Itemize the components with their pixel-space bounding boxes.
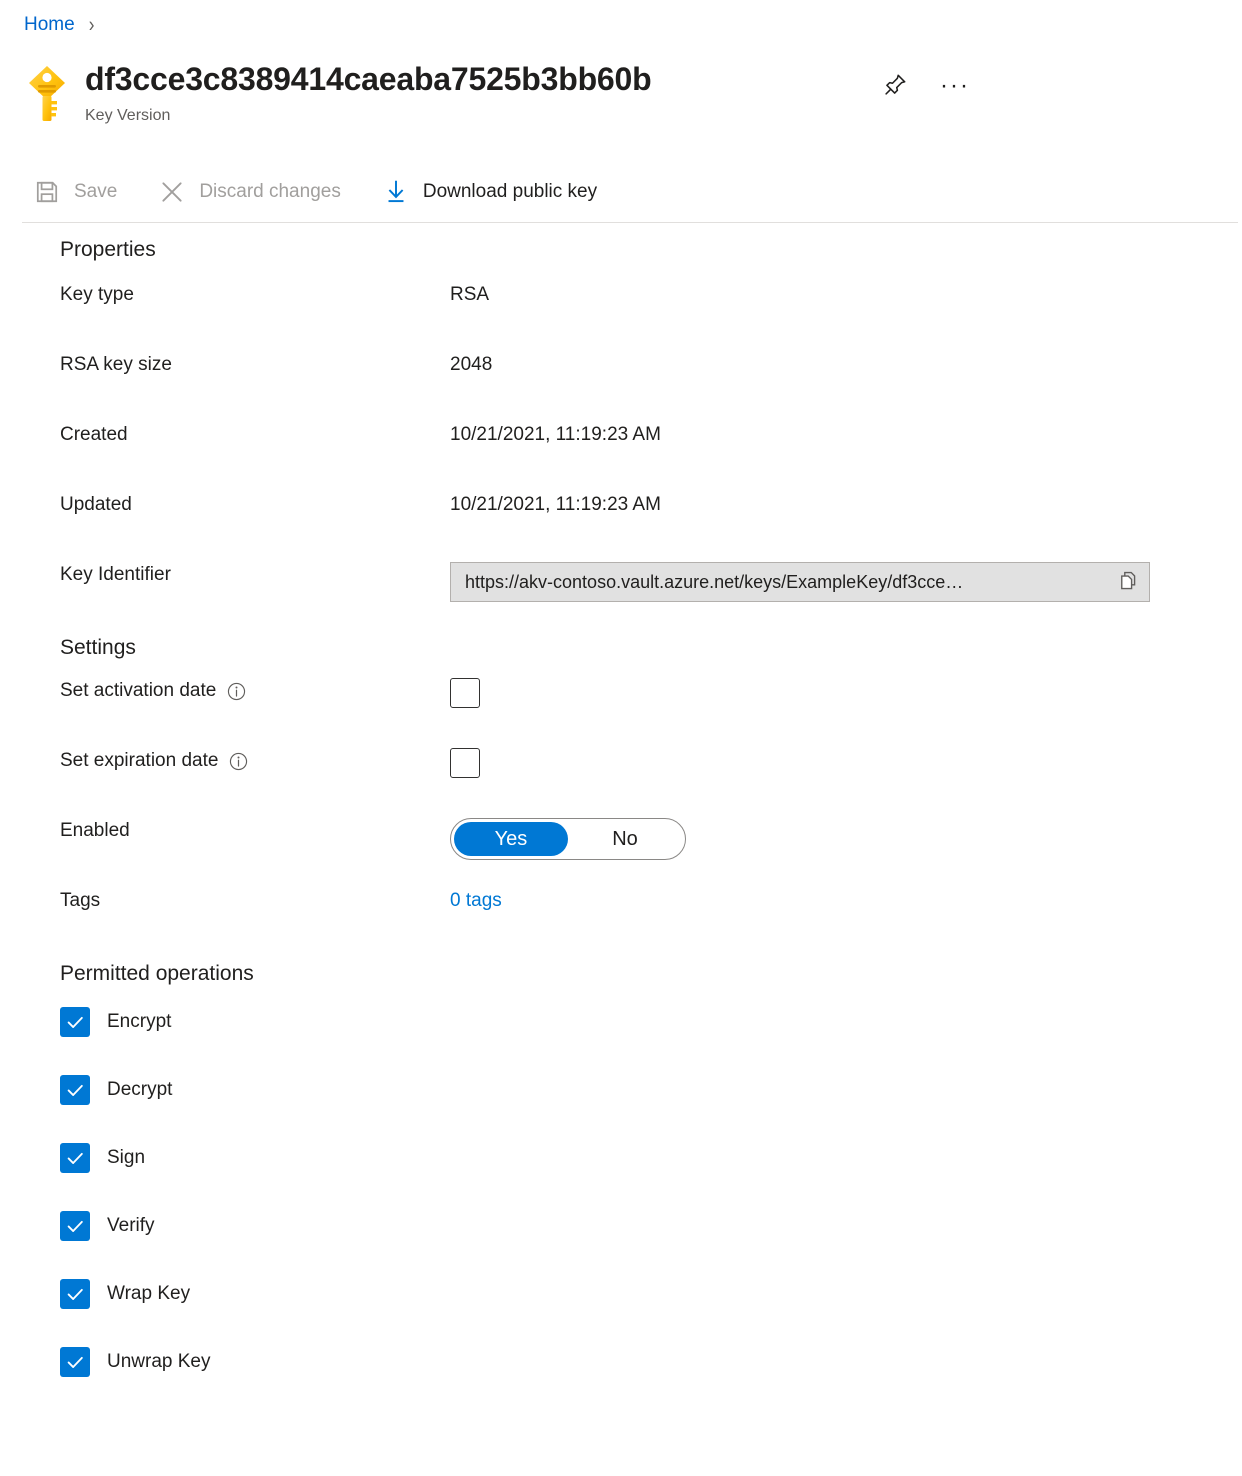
row-set-expiration-date: Set expiration date — [0, 748, 1242, 818]
row-enabled: Enabled Yes No — [0, 818, 1242, 888]
save-button[interactable]: Save — [30, 170, 127, 214]
updated-value: 10/21/2021, 11:19:23 AM — [450, 492, 661, 518]
updated-label: Updated — [0, 492, 450, 518]
permitted-operations-title: Permitted operations — [60, 960, 1242, 988]
row-updated: Updated 10/21/2021, 11:19:23 AM — [0, 492, 1242, 562]
properties-section-title: Properties — [60, 236, 1242, 264]
settings-section-title: Settings — [60, 634, 1242, 662]
permitted-operation-row: Wrap Key — [0, 1260, 1242, 1328]
enabled-toggle-yes[interactable]: Yes — [454, 822, 568, 856]
tags-label: Tags — [0, 888, 450, 914]
copy-icon — [1117, 570, 1139, 595]
permitted-operation-row: Encrypt — [0, 988, 1242, 1056]
info-icon[interactable] — [226, 681, 247, 702]
decrypt-checkbox[interactable] — [60, 1075, 90, 1105]
verify-label: Verify — [107, 1215, 155, 1237]
download-icon — [379, 177, 413, 207]
row-created: Created 10/21/2021, 11:19:23 AM — [0, 422, 1242, 492]
sign-label: Sign — [107, 1147, 145, 1169]
ellipsis-icon: ··· — [940, 81, 970, 91]
page-header: df3cce3c8389414caeaba7525b3bb60b Key Ver… — [24, 58, 651, 127]
encrypt-label: Encrypt — [107, 1011, 171, 1033]
enabled-toggle[interactable]: Yes No — [450, 818, 686, 860]
breadcrumb-separator-icon: › — [89, 9, 95, 42]
pin-icon — [883, 72, 908, 100]
wrap-key-checkbox[interactable] — [60, 1279, 90, 1309]
created-value: 10/21/2021, 11:19:23 AM — [450, 422, 661, 448]
discard-changes-label: Discard changes — [199, 181, 341, 203]
page-subtitle: Key Version — [85, 105, 651, 127]
rsa-key-size-value: 2048 — [450, 352, 492, 378]
enabled-label: Enabled — [0, 818, 450, 844]
unwrap-key-label: Unwrap Key — [107, 1351, 211, 1373]
key-type-label: Key type — [0, 282, 450, 308]
verify-checkbox[interactable] — [60, 1211, 90, 1241]
row-key-identifier: Key Identifier https://akv-contoso.vault… — [0, 562, 1242, 632]
encrypt-checkbox[interactable] — [60, 1007, 90, 1037]
row-rsa-key-size: RSA key size 2048 — [0, 352, 1242, 422]
download-public-key-button[interactable]: Download public key — [379, 170, 607, 214]
more-options-button[interactable]: ··· — [935, 68, 975, 104]
download-public-key-label: Download public key — [423, 181, 597, 203]
sign-checkbox[interactable] — [60, 1143, 90, 1173]
breadcrumb-home-link[interactable]: Home — [24, 12, 75, 38]
discard-changes-button[interactable]: Discard changes — [155, 170, 351, 214]
row-tags: Tags 0 tags — [0, 888, 1242, 958]
row-set-activation-date: Set activation date — [0, 678, 1242, 748]
set-expiration-date-checkbox[interactable] — [450, 748, 480, 778]
save-label: Save — [74, 181, 117, 203]
tags-link[interactable]: 0 tags — [450, 888, 502, 914]
permitted-operation-row: Decrypt — [0, 1056, 1242, 1124]
info-icon[interactable] — [228, 751, 249, 772]
close-icon — [155, 177, 189, 207]
save-icon — [30, 177, 64, 207]
breadcrumb: Home › — [24, 12, 94, 38]
page-title: df3cce3c8389414caeaba7525b3bb60b — [85, 58, 651, 100]
copy-key-identifier-button[interactable] — [1111, 565, 1145, 599]
permitted-operation-row: Sign — [0, 1124, 1242, 1192]
created-label: Created — [0, 422, 450, 448]
key-type-value: RSA — [450, 282, 489, 308]
permitted-operation-row: Verify — [0, 1192, 1242, 1260]
key-identifier-value: https://akv-contoso.vault.azure.net/keys… — [465, 569, 1111, 595]
key-identifier-label: Key Identifier — [0, 562, 450, 588]
decrypt-label: Decrypt — [107, 1079, 172, 1101]
key-identifier-field[interactable]: https://akv-contoso.vault.azure.net/keys… — [450, 562, 1150, 602]
key-icon — [24, 63, 70, 125]
command-bar: Save Discard changes Download p — [30, 170, 607, 214]
unwrap-key-checkbox[interactable] — [60, 1347, 90, 1377]
rsa-key-size-label: RSA key size — [0, 352, 450, 378]
set-activation-date-checkbox[interactable] — [450, 678, 480, 708]
set-activation-date-label: Set activation date — [60, 678, 216, 704]
toolbar-divider — [22, 222, 1238, 223]
wrap-key-label: Wrap Key — [107, 1283, 190, 1305]
enabled-toggle-no[interactable]: No — [568, 822, 682, 856]
permitted-operation-row: Unwrap Key — [0, 1328, 1242, 1396]
pin-button[interactable] — [875, 68, 915, 104]
row-key-type: Key type RSA — [0, 282, 1242, 352]
page-header-actions: ··· — [875, 68, 975, 104]
set-expiration-date-label: Set expiration date — [60, 748, 218, 774]
main-content: Properties Key type RSA RSA key size 204… — [0, 236, 1242, 1396]
